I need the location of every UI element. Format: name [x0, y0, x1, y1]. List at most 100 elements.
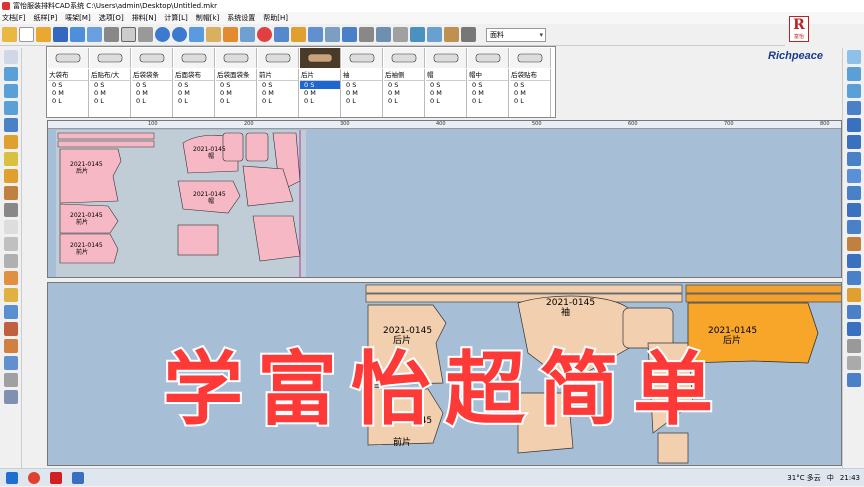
piece-size-row[interactable]: 0 L	[258, 97, 298, 105]
piece-thumbnail[interactable]	[510, 48, 551, 68]
piece-cell[interactable]: 袖0 S0 M0 L	[342, 69, 383, 117]
bundle-icon[interactable]	[846, 305, 861, 319]
piece-size-row[interactable]: 0 M	[258, 89, 298, 97]
piece-cell[interactable]: 大袋布 0 S0 M0 L	[48, 69, 89, 117]
piece-strip-2[interactable]	[57, 140, 155, 148]
piece-size-row[interactable]: 0 L	[90, 97, 130, 105]
piece-side-1[interactable]	[252, 215, 301, 262]
pencil-icon[interactable]	[223, 27, 238, 42]
table-icon[interactable]	[121, 27, 136, 42]
pan-icon[interactable]	[3, 118, 18, 132]
piece-size-row[interactable]: 0 L	[468, 97, 508, 105]
auto-layout-icon[interactable]	[3, 356, 18, 370]
menu-layout[interactable]: 排料[N]	[132, 13, 157, 23]
calc-icon[interactable]	[3, 373, 18, 387]
piece-cell[interactable]: 后贴布/大 0 S0 M0 L	[90, 69, 131, 117]
piece-cell[interactable]: 帽中 0 S0 M0 L	[468, 69, 509, 117]
piece-thumbnail[interactable]	[468, 48, 509, 68]
piece-size-row[interactable]: 0 L	[48, 97, 88, 105]
color-wheel-icon[interactable]	[257, 27, 272, 42]
rotate-cw-icon[interactable]	[3, 305, 18, 319]
measure-icon[interactable]	[240, 27, 255, 42]
new-file-icon[interactable]	[19, 27, 34, 42]
piece-thumbnail[interactable]	[258, 48, 299, 68]
piece-size-row[interactable]: 0 S	[300, 81, 340, 89]
piece-back-1[interactable]	[59, 148, 122, 204]
overlap-icon[interactable]	[3, 237, 18, 251]
piece-size-row[interactable]: 0 L	[342, 97, 382, 105]
piece-size-row[interactable]: 0 M	[48, 89, 88, 97]
stretch-icon[interactable]	[846, 220, 861, 234]
menu-help[interactable]: 帮助[H]	[263, 13, 288, 23]
import-icon[interactable]	[70, 27, 85, 42]
piece-thumbnail[interactable]	[90, 48, 131, 68]
zoom-icon[interactable]	[846, 67, 861, 81]
cut-tool-icon[interactable]	[3, 220, 18, 234]
pattern-icon[interactable]	[189, 27, 204, 42]
roll-icon[interactable]	[846, 186, 861, 200]
ruler-icon[interactable]	[206, 27, 221, 42]
settings-icon[interactable]	[3, 390, 18, 404]
open-folder-icon[interactable]	[2, 27, 17, 42]
chrome-icon[interactable]	[28, 471, 40, 484]
table2-icon[interactable]	[376, 27, 391, 42]
piece-strip-1[interactable]	[57, 132, 155, 140]
shrink-icon[interactable]	[846, 237, 861, 251]
piece-size-row[interactable]: 0 M	[510, 89, 550, 97]
piece-small-2[interactable]	[245, 132, 269, 162]
piece-size-row[interactable]: 0 L	[510, 97, 550, 105]
piece-cell[interactable]: 后袋面袋条 0 S0 M0 L	[216, 69, 257, 117]
piece-size-row[interactable]: 0 M	[132, 89, 172, 97]
piece-size-row[interactable]: 0 L	[216, 97, 256, 105]
piece-small-1[interactable]	[222, 132, 244, 162]
menu-options[interactable]: 选项[O]	[99, 13, 124, 23]
tilt-icon[interactable]	[3, 339, 18, 353]
zoom-out-icon[interactable]	[846, 84, 861, 98]
piece-size-row[interactable]: 0 S	[258, 81, 298, 89]
grid-icon[interactable]	[274, 27, 289, 42]
split-icon[interactable]	[3, 322, 18, 336]
piece-cell[interactable]: 后面袋布 0 S0 M0 L	[174, 69, 215, 117]
frame-icon[interactable]	[846, 203, 861, 217]
plot-icon[interactable]	[410, 27, 425, 42]
menu-file[interactable]: 文档[F]	[2, 13, 26, 23]
piece-size-row[interactable]: 0 L	[132, 97, 172, 105]
measure-distance-icon[interactable]	[3, 186, 18, 200]
select-arrow-icon[interactable]	[3, 50, 18, 64]
piece-thumbnail[interactable]	[384, 48, 425, 68]
piece-pocket-1[interactable]	[177, 224, 219, 256]
piece-thumbnail[interactable]	[342, 48, 383, 68]
piece-list-icon[interactable]	[846, 50, 861, 64]
piece-info-icon[interactable]	[3, 254, 18, 268]
piece-size-row[interactable]: 0 M	[384, 89, 424, 97]
menu-marker[interactable]: 唛架[M]	[65, 13, 91, 23]
cut-icon[interactable]	[325, 27, 340, 42]
piece-cell[interactable]: 后袋袋条 0 S0 M0 L	[132, 69, 173, 117]
piece-thumbnail[interactable]	[426, 48, 467, 68]
weather-text[interactable]: 31°C 多云	[787, 473, 821, 483]
piece-size-row[interactable]: 0 S	[426, 81, 466, 89]
piece-strip-4[interactable]	[365, 293, 683, 303]
zoom-in-icon[interactable]	[3, 67, 18, 81]
print2-icon[interactable]	[444, 27, 459, 42]
piece-cell[interactable]: 前片 0 S0 M0 L	[258, 69, 299, 117]
piece-size-row[interactable]: 0 M	[468, 89, 508, 97]
rotate-icon[interactable]	[342, 27, 357, 42]
marker-view-icon[interactable]	[846, 118, 861, 132]
piece-size-row[interactable]: 0 M	[300, 89, 340, 97]
print-icon[interactable]	[104, 27, 119, 42]
piece-size-row[interactable]: 0 S	[468, 81, 508, 89]
size-icon[interactable]	[846, 322, 861, 336]
piece-thumbnail[interactable]	[300, 48, 341, 68]
piece-size-row[interactable]: 0 M	[426, 89, 466, 97]
fabric-select[interactable]: 面料	[486, 27, 546, 42]
undo-icon[interactable]	[155, 27, 170, 42]
flip-piece-icon[interactable]	[3, 169, 18, 183]
clock[interactable]: 21:43	[840, 474, 860, 482]
windows-start-icon[interactable]	[6, 471, 18, 484]
calculator-icon[interactable]	[359, 27, 374, 42]
menu-pattern[interactable]: 纸样[P]	[34, 13, 58, 23]
piece-size-row[interactable]: 0 L	[300, 97, 340, 105]
fabric-icon[interactable]	[846, 169, 861, 183]
piece-thumbnail[interactable]	[132, 48, 173, 68]
